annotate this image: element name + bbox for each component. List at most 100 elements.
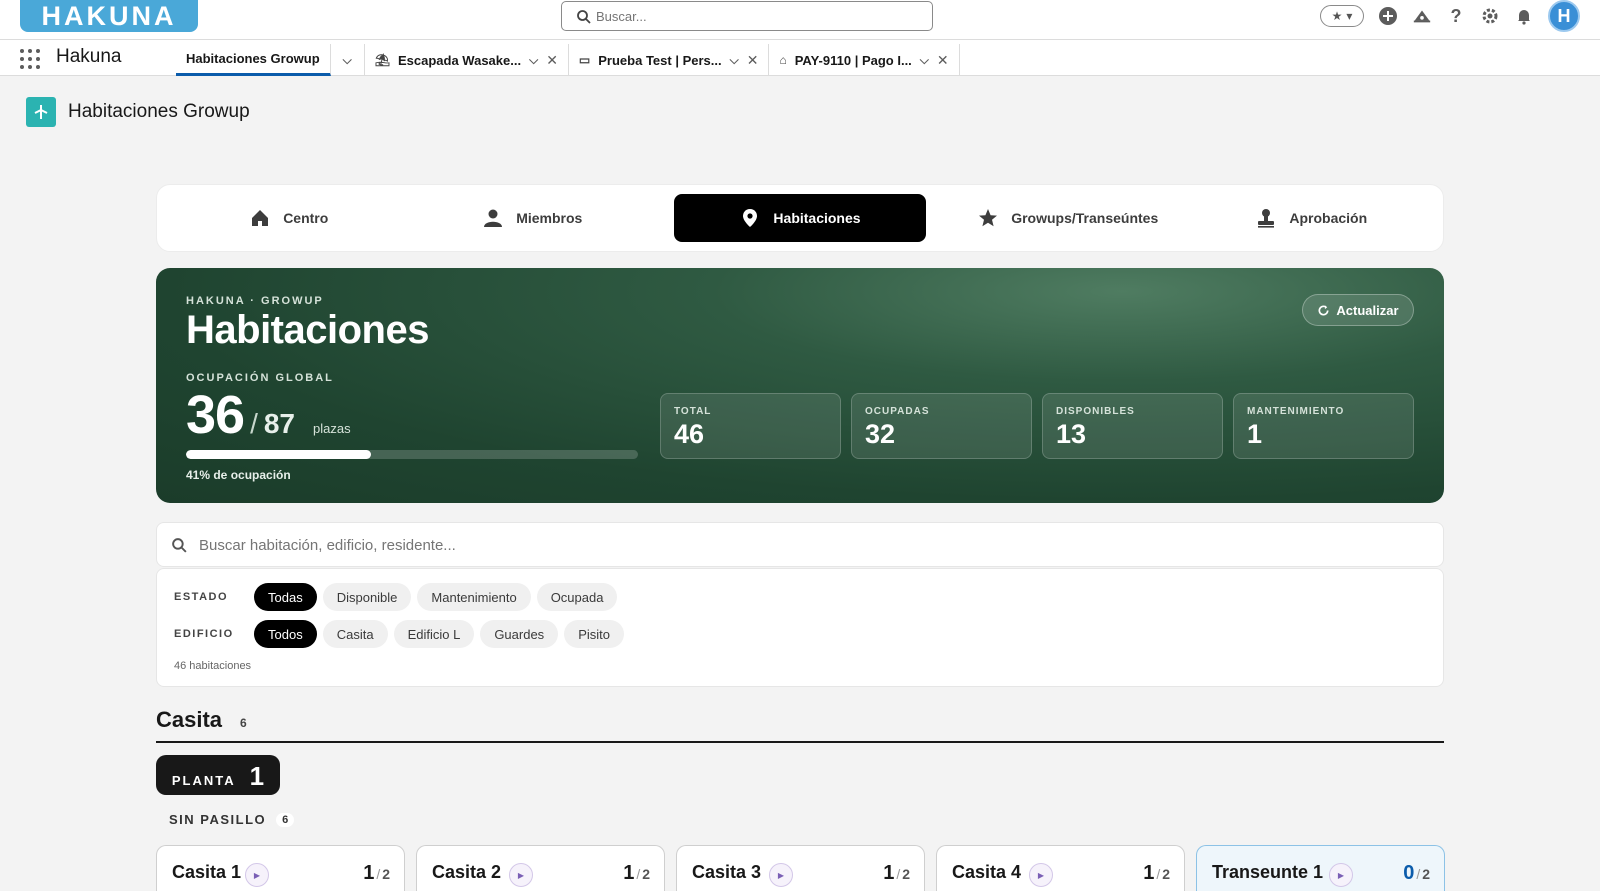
chip-edificio-pisito[interactable]: Pisito (564, 620, 624, 648)
tab-growups-transeuntes[interactable]: Growups/Transeúntes (946, 194, 1190, 242)
corridor-header: SIN PASILLO 6 (169, 812, 295, 827)
tab-label: Habitaciones Growup (186, 51, 320, 66)
stat-mantenimiento: MANTENIMIENTO 1 (1233, 393, 1414, 459)
stamp-icon (1258, 209, 1275, 228)
chevron-down-icon[interactable]: ⌵ (730, 53, 739, 68)
play-icon[interactable]: ▶ (509, 863, 533, 887)
refresh-button[interactable]: Actualizar (1302, 294, 1414, 326)
play-icon[interactable]: ▶ (1329, 863, 1353, 887)
close-icon[interactable]: ✕ (937, 52, 949, 69)
chevron-down-icon[interactable]: ⌵ (529, 53, 538, 68)
room-occupied: 1 (363, 862, 375, 884)
global-search-input[interactable] (596, 6, 916, 26)
room-occupancy: 1 / 2 (363, 862, 390, 884)
room-card[interactable]: Casita 3 ▶ 1 / 2 (676, 845, 925, 891)
room-search-box[interactable] (156, 522, 1444, 567)
stat-total: TOTAL 46 (660, 393, 841, 459)
room-card[interactable]: Casita 1 ▶ 1 / 2 (156, 845, 405, 891)
close-icon[interactable]: ✕ (747, 52, 759, 69)
tab-miembros[interactable]: Miembros (411, 194, 655, 242)
occupancy-progress-fill (186, 450, 372, 459)
chevron-down-icon: ▾ (1346, 9, 1353, 23)
tab-overflow[interactable]: ⌵ (331, 44, 365, 76)
building-name: Casita (156, 707, 223, 732)
room-name: Casita 4 (952, 862, 1022, 882)
estado-label: ESTADO (174, 591, 229, 603)
tab-habitaciones-growup[interactable]: Habitaciones Growup (176, 44, 331, 76)
stat-value: 13 (1056, 419, 1087, 449)
gear-icon[interactable] (1480, 6, 1500, 26)
building-section-header: Casita 6 (156, 707, 1444, 743)
stat-ocupadas: OCUPADAS 32 (851, 393, 1032, 459)
building-room-count: 6 (240, 716, 247, 730)
page-header: Habitaciones Growup (26, 97, 250, 127)
floor-number: 1 (249, 761, 265, 791)
refresh-icon (1318, 304, 1329, 316)
travel-icon: ⛱ (374, 53, 390, 67)
estado-filter-row: ESTADO Todas Disponible Mantenimiento Oc… (174, 583, 623, 611)
global-header: HAKUNA ★ ▾ ? H (0, 0, 1600, 40)
stat-value: 46 (674, 419, 705, 449)
hakuna-logo[interactable]: HAKUNA (20, 0, 198, 32)
chip-estado-mantenimiento[interactable]: Mantenimiento (417, 583, 531, 611)
results-count: 46 habitaciones (174, 660, 252, 672)
room-card[interactable]: Casita 2 ▶ 1 / 2 (416, 845, 665, 891)
corridor-count: 6 (276, 812, 295, 827)
chip-edificio-edificio-l[interactable]: Edificio L (393, 620, 475, 648)
close-icon[interactable]: ✕ (546, 52, 558, 69)
tab-escapada[interactable]: ⛱ Escapada Wasake... ⌵ ✕ (365, 44, 569, 76)
app-name: Hakuna (56, 46, 122, 67)
tab-pay-9110[interactable]: ⌂ PAY-9110 | Pago I... ⌵ ✕ (769, 44, 960, 76)
room-search-input[interactable] (199, 534, 1399, 556)
room-capacity: 2 (642, 866, 650, 882)
chip-edificio-casita[interactable]: Casita (322, 620, 388, 648)
occupancy-progress-bar (186, 450, 638, 459)
page-title: Habitaciones Growup (68, 101, 250, 122)
play-icon[interactable]: ▶ (1029, 863, 1053, 887)
room-cards: Casita 1 ▶ 1 / 2 Casita 2 ▶ 1 / 2 Casita… (156, 845, 1445, 891)
search-icon (577, 10, 591, 24)
room-capacity: 2 (382, 866, 390, 882)
search-icon (172, 538, 187, 553)
occupancy-percent: 41% de ocupación (186, 468, 291, 482)
home-icon (252, 210, 269, 226)
contact-card-icon: ▭ (578, 53, 591, 67)
room-card-transient[interactable]: Transeunte 1 ▶ 0 / 2 (1196, 845, 1445, 891)
tab-prueba-test[interactable]: ▭ Prueba Test | Pers... ⌵ ✕ (569, 44, 770, 76)
room-card[interactable]: Casita 4 ▶ 1 / 2 (936, 845, 1185, 891)
help-icon[interactable]: ? (1446, 6, 1466, 26)
chip-edificio-guardes[interactable]: Guardes (480, 620, 559, 648)
room-name: Casita 3 (692, 862, 762, 882)
chevron-down-icon[interactable]: ⌵ (343, 53, 352, 68)
play-icon[interactable]: ▶ (245, 863, 269, 887)
star-icon (979, 209, 998, 227)
trailhead-icon[interactable] (1412, 6, 1432, 26)
tab-label: PAY-9110 | Pago I... (794, 52, 912, 68)
tab-aprobacion[interactable]: Aprobación (1190, 194, 1434, 242)
refresh-label: Actualizar (1336, 302, 1399, 318)
user-avatar[interactable]: H (1548, 0, 1580, 32)
tab-centro[interactable]: Centro (167, 194, 411, 242)
lightning-app-icon (26, 97, 56, 127)
app-launcher-icon[interactable] (20, 49, 40, 69)
edificio-label: EDIFICIO (174, 628, 234, 640)
floor-label: PLANTA (171, 773, 236, 788)
stats-cards: TOTAL 46 OCUPADAS 32 DISPONIBLES 13 MANT… (660, 393, 1414, 459)
tab-label: Centro (283, 210, 329, 226)
chevron-down-icon[interactable]: ⌵ (920, 53, 929, 68)
add-icon[interactable] (1378, 6, 1398, 26)
chip-edificio-todos[interactable]: Todos (254, 620, 317, 648)
hero-title: Habitaciones (186, 308, 429, 352)
chip-estado-disponible[interactable]: Disponible (322, 583, 412, 611)
tab-label: Escapada Wasake... (397, 52, 522, 68)
chip-estado-ocupada[interactable]: Ocupada (536, 583, 618, 611)
tab-label: Aprobación (1289, 210, 1368, 226)
tab-habitaciones[interactable]: Habitaciones (674, 194, 926, 242)
bell-icon[interactable] (1514, 6, 1534, 26)
favorites-button[interactable]: ★ ▾ (1320, 5, 1364, 27)
play-icon[interactable]: ▶ (769, 863, 793, 887)
room-occupancy: 1 / 2 (883, 862, 910, 884)
chip-estado-todas[interactable]: Todas (254, 583, 317, 611)
stat-value: 1 (1247, 419, 1263, 449)
global-search-box[interactable] (561, 1, 933, 31)
